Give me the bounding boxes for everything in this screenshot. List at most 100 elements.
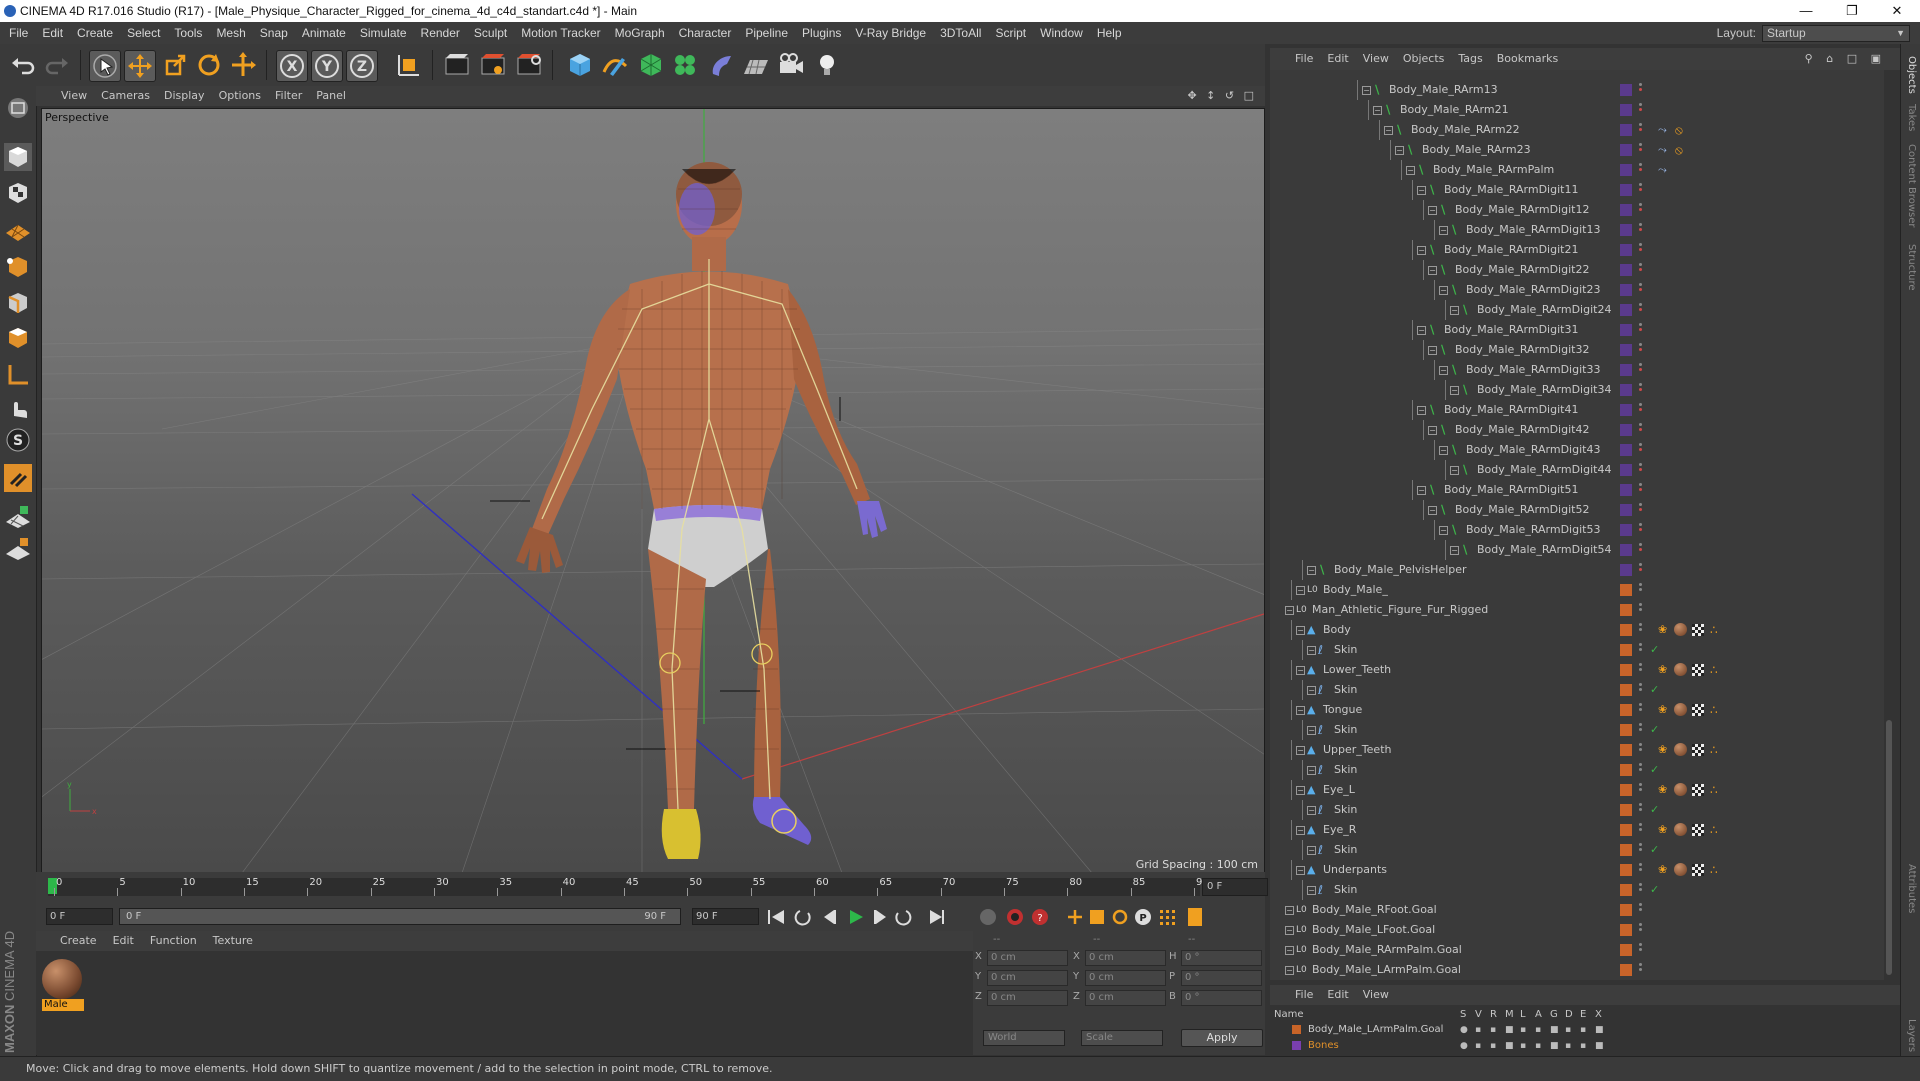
tree-row[interactable]: − ℓ Skin ✓ xyxy=(1270,840,1884,860)
layer-toggle-icon[interactable]: ▪ xyxy=(1565,1022,1571,1038)
render-visibility-dot[interactable] xyxy=(1639,808,1642,811)
coord-value-field[interactable]: 0 cm xyxy=(1085,950,1166,966)
polygons-mode-icon[interactable] xyxy=(4,324,32,352)
tree-expander-icon[interactable]: − xyxy=(1296,746,1305,755)
layer-color-swatch[interactable] xyxy=(1620,924,1632,936)
viewport-nav-icons[interactable]: ✥ ↕ ↺ □ xyxy=(1187,86,1257,106)
tree-row[interactable]: − ∖ Body_Male_RArmDigit54 xyxy=(1270,540,1884,560)
start-frame-field[interactable]: 0 F xyxy=(46,908,113,925)
tree-row[interactable]: − ▲ Eye_L ❀ ∴ xyxy=(1270,780,1884,800)
tree-expander-icon[interactable]: − xyxy=(1417,326,1426,335)
editor-visibility-dot[interactable] xyxy=(1639,883,1642,886)
editor-visibility-dot[interactable] xyxy=(1639,743,1642,746)
layer-color-swatch[interactable] xyxy=(1620,764,1632,776)
tree-expander-icon[interactable]: − xyxy=(1439,286,1448,295)
layer-toggle-icon[interactable]: ▪ xyxy=(1520,1022,1526,1038)
menu-select[interactable]: Select xyxy=(120,22,167,44)
menu-create[interactable]: Create xyxy=(70,22,120,44)
editor-visibility-dot[interactable] xyxy=(1639,263,1642,266)
editor-visibility-dot[interactable] xyxy=(1639,583,1642,586)
ik-tag-icon[interactable]: ⤳ xyxy=(1658,160,1667,180)
coord-value-field[interactable]: 0 cm xyxy=(1085,990,1166,1006)
render-visibility-dot[interactable] xyxy=(1639,928,1642,931)
editor-visibility-dot[interactable] xyxy=(1639,283,1642,286)
visibility-dots[interactable] xyxy=(1639,283,1642,293)
layer-color-swatch[interactable] xyxy=(1620,324,1632,336)
layer-color-swatch[interactable] xyxy=(1620,824,1632,836)
render-visibility-dot[interactable] xyxy=(1639,888,1642,891)
render-visibility-dot[interactable] xyxy=(1639,868,1642,871)
tree-row[interactable]: − ∖ Body_Male_RArmDigit24 xyxy=(1270,300,1884,320)
editor-visibility-dot[interactable] xyxy=(1639,163,1642,166)
enabled-check-icon[interactable]: ✓ xyxy=(1650,680,1659,700)
menu-plugins[interactable]: Plugins xyxy=(795,22,848,44)
editor-visibility-dot[interactable] xyxy=(1639,203,1642,206)
layer-toggle-icon[interactable]: ▪ xyxy=(1580,1022,1586,1038)
cloner-icon[interactable] xyxy=(670,50,700,80)
layer-color-swatch[interactable] xyxy=(1620,584,1632,596)
phong-tag-icon[interactable]: ❀ xyxy=(1658,740,1667,760)
tree-row[interactable]: − ∖ Body_Male_PelvisHelper xyxy=(1270,560,1884,580)
layer-color-swatch[interactable] xyxy=(1620,964,1632,976)
render-visibility-dot[interactable] xyxy=(1639,608,1642,611)
tree-row[interactable]: − ∖ Body_Male_RArmDigit32 xyxy=(1270,340,1884,360)
cube-object-icon[interactable] xyxy=(565,50,595,80)
uvw-tag-icon[interactable] xyxy=(1692,744,1704,756)
tree-expander-icon[interactable]: − xyxy=(1285,966,1294,975)
tree-expander-icon[interactable]: − xyxy=(1450,386,1459,395)
editor-visibility-dot[interactable] xyxy=(1639,523,1642,526)
visibility-dots[interactable] xyxy=(1639,923,1642,933)
material-tag-icon[interactable] xyxy=(1674,623,1687,636)
viewport-menu-panel[interactable]: Panel xyxy=(309,86,353,106)
camera-icon[interactable] xyxy=(776,50,806,80)
layer-color-swatch[interactable] xyxy=(1620,944,1632,956)
layer-color-swatch[interactable] xyxy=(1620,284,1632,296)
render-visibility-dot[interactable] xyxy=(1639,728,1642,731)
render-visibility-dot[interactable] xyxy=(1639,648,1642,651)
render-visibility-dot[interactable] xyxy=(1639,528,1642,531)
layer-row[interactable]: Body_Male_LArmPalm.Goal ● ▪ ▪ ■ ▪ ▪ ■ ▪ ▪ ■ xyxy=(1270,1022,1900,1038)
visibility-dots[interactable] xyxy=(1639,963,1642,973)
menu-render[interactable]: Render xyxy=(414,22,467,44)
editor-visibility-dot[interactable] xyxy=(1639,703,1642,706)
visibility-dots[interactable] xyxy=(1639,703,1642,713)
layer-color-swatch[interactable] xyxy=(1620,624,1632,636)
tree-row[interactable]: − L0 Body_Male_RFoot.Goal xyxy=(1270,900,1884,920)
visibility-dots[interactable] xyxy=(1639,443,1642,453)
layer-toggle-icon[interactable]: ■ xyxy=(1595,1022,1604,1038)
menu-tools[interactable]: Tools xyxy=(167,22,209,44)
layer-color-swatch[interactable] xyxy=(1620,644,1632,656)
render-visibility-dot[interactable] xyxy=(1639,188,1642,191)
weight-tag-icon[interactable]: ∴ xyxy=(1710,700,1718,720)
visibility-dots[interactable] xyxy=(1639,503,1642,513)
layer-color-swatch[interactable] xyxy=(1620,884,1632,896)
layer-toggle-icon[interactable]: ■ xyxy=(1595,1038,1604,1054)
render-visibility-dot[interactable] xyxy=(1639,628,1642,631)
layer-color-swatch[interactable] xyxy=(1620,344,1632,356)
render-visibility-dot[interactable] xyxy=(1639,408,1642,411)
right-tab-structure[interactable]: Structure xyxy=(1906,244,1917,291)
render-visibility-dot[interactable] xyxy=(1639,448,1642,451)
layer-color-swatch[interactable] xyxy=(1620,564,1632,576)
make-editable-icon[interactable] xyxy=(4,94,32,122)
layer-color-swatch[interactable] xyxy=(1620,244,1632,256)
tree-row[interactable]: − ∖ Body_Male_RArmDigit22 xyxy=(1270,260,1884,280)
editor-visibility-dot[interactable] xyxy=(1639,503,1642,506)
editor-visibility-dot[interactable] xyxy=(1639,463,1642,466)
layer-color-swatch[interactable] xyxy=(1620,784,1632,796)
layer-color-swatch[interactable] xyxy=(1620,424,1632,436)
layer-toggle-icon[interactable]: ■ xyxy=(1505,1022,1514,1038)
tree-row[interactable]: − ∖ Body_Male_RArmDigit52 xyxy=(1270,500,1884,520)
visibility-dots[interactable] xyxy=(1639,403,1642,413)
render-visibility-dot[interactable] xyxy=(1639,708,1642,711)
render-settings-icon[interactable] xyxy=(514,50,544,80)
layer-toggle-icon[interactable]: ■ xyxy=(1550,1038,1559,1054)
visibility-dots[interactable] xyxy=(1639,883,1642,893)
weight-tag-icon[interactable]: ∴ xyxy=(1710,660,1718,680)
render-visibility-dot[interactable] xyxy=(1639,768,1642,771)
menu-3dtoall[interactable]: 3DToAll xyxy=(933,22,988,44)
tree-expander-icon[interactable]: − xyxy=(1307,726,1316,735)
layer-color-swatch[interactable] xyxy=(1620,664,1632,676)
layer-toggle-icon[interactable]: ▪ xyxy=(1535,1038,1541,1054)
object-menu-edit[interactable]: Edit xyxy=(1320,48,1355,70)
